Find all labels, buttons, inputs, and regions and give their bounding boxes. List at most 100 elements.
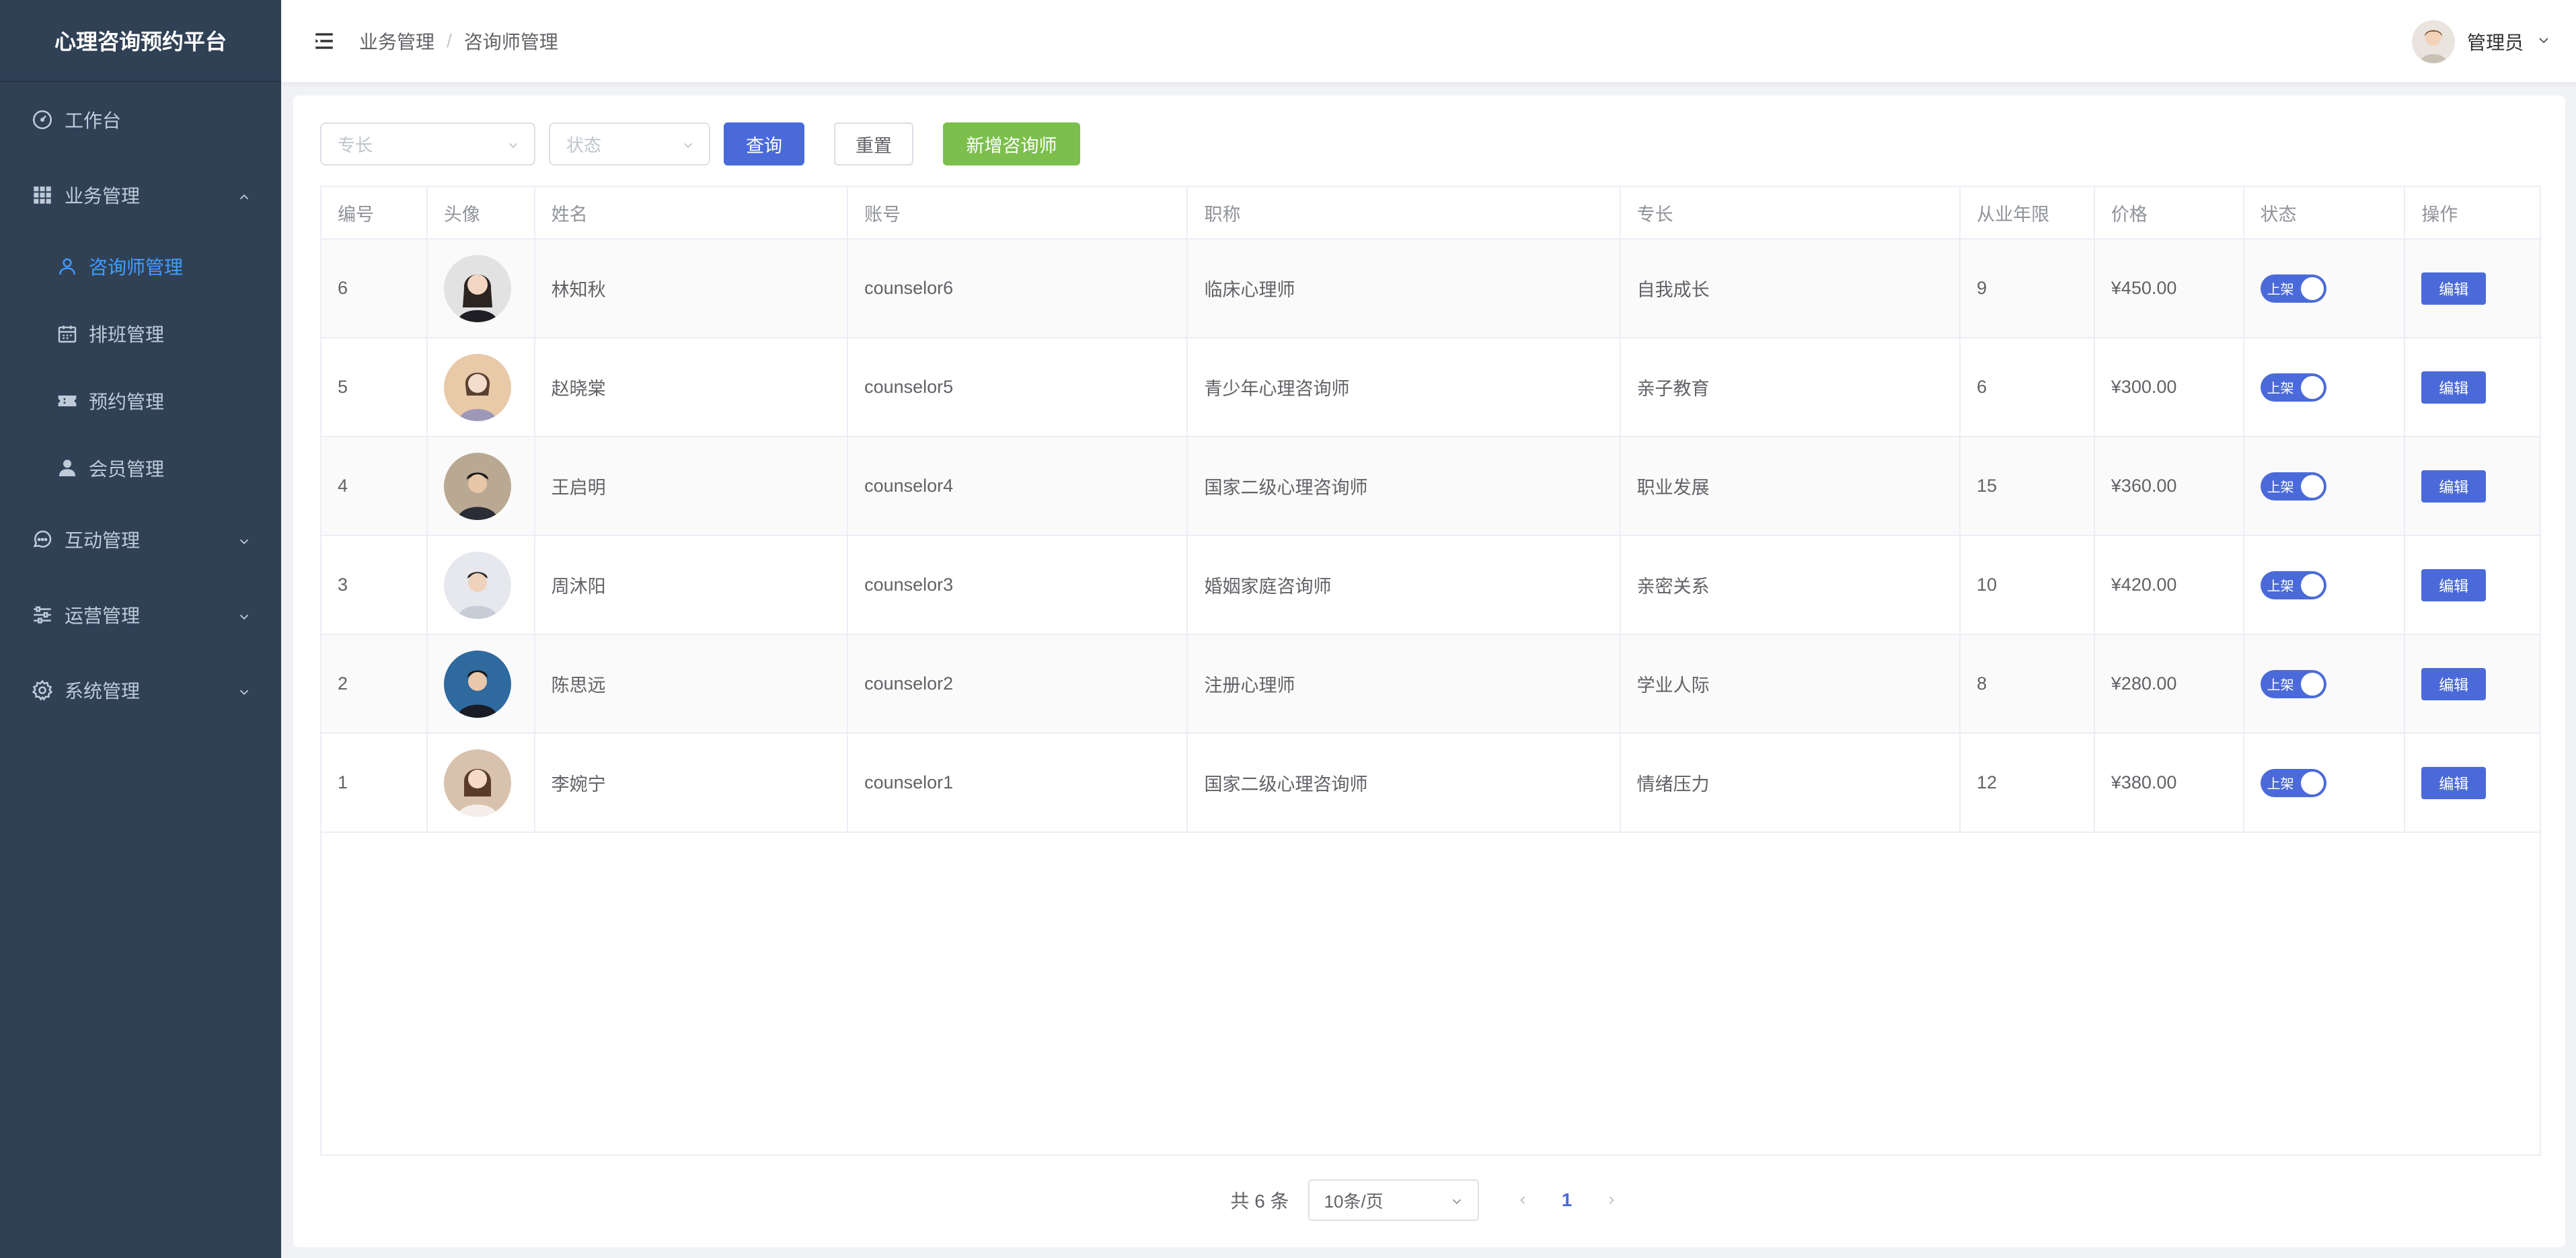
avatar [443,254,511,322]
status-toggle[interactable]: 上架 [2260,274,2326,303]
status-toggle-label: 上架 [2267,678,2294,693]
cell-account: counselor6 [848,239,1188,337]
edit-button[interactable]: 编辑 [2421,272,2487,305]
status-toggle[interactable]: 上架 [2260,373,2326,402]
status-select-placeholder: 状态 [566,135,602,155]
sliders-icon [31,603,54,626]
cell-price: ¥420.00 [2095,536,2244,634]
chevron-down-icon [506,137,521,151]
cell-title: 注册心理师 [1188,635,1621,733]
cell-status: 上架 [2244,437,2406,535]
cell-name: 周沐阳 [535,536,849,634]
chevron-down-icon [237,607,252,622]
grid-icon [31,184,54,207]
status-toggle[interactable]: 上架 [2260,768,2326,797]
status-toggle[interactable]: 上架 [2260,570,2326,599]
edit-button[interactable]: 编辑 [2421,667,2487,700]
cell-avatar [428,734,535,831]
filter-bar: 专长 状态 查询 重置 新增咨询师 [320,122,1080,165]
edit-button[interactable]: 编辑 [2421,470,2487,503]
reset-button[interactable]: 重置 [834,122,913,165]
avatar [443,353,511,421]
edit-button[interactable]: 编辑 [2421,568,2487,601]
chevron-up-icon [237,188,252,202]
top-header: 业务管理 / 咨询师管理 管理员 [281,0,2576,83]
table-row: 3 周沐阳 counselor3 婚姻家庭咨询师 亲密关系 10 ¥420.00… [321,536,2540,635]
sidebar-item-dashboard[interactable]: 工作台 [0,82,281,157]
pagination-total: 共 6 条 [1230,1191,1289,1212]
prev-page-button[interactable] [1506,1183,1540,1217]
avatar [2411,20,2455,63]
cell-avatar [428,635,535,733]
chevron-down-icon [237,532,252,547]
business-submenu: 咨询师管理 排班管理 预约管理 会员管理 [0,233,281,502]
sidebar-item-interaction[interactable]: 互动管理 [0,502,281,577]
cell-id: 3 [321,536,428,634]
table-row: 6 林知秋 counselor6 临床心理师 自我成长 9 ¥450.00 上架 [321,239,2540,338]
status-toggle-label: 上架 [2267,283,2294,297]
cell-years: 6 [1961,338,2095,436]
sidebar-item-members[interactable]: 会员管理 [0,435,281,502]
specialty-select[interactable]: 专长 [320,122,535,165]
cell-action: 编辑 [2405,734,2540,831]
query-button[interactable]: 查询 [724,122,804,165]
cell-specialty: 亲子教育 [1621,338,1961,436]
cell-account: counselor3 [848,536,1188,634]
cell-avatar [428,338,535,436]
cell-years: 10 [1961,536,2095,634]
cell-title: 国家二级心理咨询师 [1188,734,1621,831]
table-row: 2 陈思远 counselor2 注册心理师 学业人际 8 ¥280.00 上架 [321,635,2540,734]
cell-title: 婚姻家庭咨询师 [1188,536,1621,634]
cell-specialty: 情绪压力 [1621,734,1961,831]
user-name: 管理员 [2466,32,2524,53]
table-row: 4 王启明 counselor4 国家二级心理咨询师 职业发展 15 ¥360.… [321,437,2540,536]
add-counselor-button[interactable]: 新增咨询师 [943,122,1080,165]
sidebar-item-counselors[interactable]: 咨询师管理 [0,233,281,300]
column-header: 专长 [1621,187,1961,238]
cell-avatar [428,536,535,634]
sidebar-item-business[interactable]: 业务管理 [0,157,281,233]
cell-price: ¥360.00 [2095,437,2244,535]
ticket-icon [56,390,78,412]
column-header: 职称 [1188,187,1621,238]
cell-id: 1 [321,734,428,831]
cell-name: 李婉宁 [535,734,849,831]
breadcrumb: 业务管理 / 咨询师管理 [359,28,558,54]
status-toggle-label: 上架 [2267,480,2294,495]
cell-action: 编辑 [2405,239,2540,337]
cell-title: 临床心理师 [1188,239,1621,337]
next-page-button[interactable] [1595,1183,1628,1217]
sidebar-item-system[interactable]: 系统管理 [0,653,281,728]
edit-button[interactable]: 编辑 [2421,371,2487,404]
breadcrumb-item-business[interactable]: 业务管理 [359,28,434,54]
sidebar-item-label: 系统管理 [65,681,141,702]
column-header: 头像 [428,187,535,238]
edit-button[interactable]: 编辑 [2421,766,2487,799]
cell-years: 9 [1961,239,2095,337]
column-header: 账号 [848,187,1188,238]
avatar [443,452,511,520]
content-card: 专长 状态 查询 重置 新增咨询师 编号 头像 姓名 账号 职称 专长 从业年限… [293,96,2565,1247]
sidebar-item-operations[interactable]: 运营管理 [0,577,281,653]
chevron-down-icon [237,683,252,698]
sidebar-item-label: 预约管理 [89,392,165,412]
page-number[interactable]: 1 [1550,1183,1584,1217]
user-menu[interactable]: 管理员 [2411,0,2552,83]
status-toggle[interactable]: 上架 [2260,472,2326,501]
cell-years: 12 [1961,734,2095,831]
cell-status: 上架 [2244,338,2406,436]
toggle-knob [2300,375,2324,399]
cell-name: 赵晓棠 [535,338,849,436]
status-toggle[interactable]: 上架 [2260,669,2326,698]
cell-avatar [428,239,535,337]
sidebar-item-schedule[interactable]: 排班管理 [0,300,281,367]
cell-status: 上架 [2244,239,2406,337]
sidebar-item-appointments[interactable]: 预约管理 [0,367,281,435]
column-header: 姓名 [535,187,849,238]
cell-status: 上架 [2244,536,2406,634]
cell-years: 8 [1961,635,2095,733]
status-select[interactable]: 状态 [549,122,710,165]
menu-toggle-button[interactable] [311,28,338,54]
page-size-select[interactable]: 10条/页 [1308,1179,1479,1221]
sidebar-item-label: 排班管理 [89,324,165,345]
